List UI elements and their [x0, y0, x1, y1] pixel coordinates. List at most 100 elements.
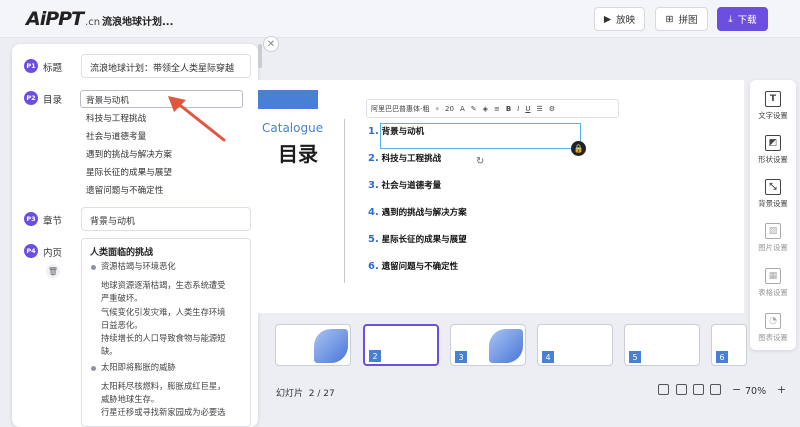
slide-item-5[interactable]: 5. 星际长征的成果与展望 — [368, 233, 467, 245]
tool-label: 形状设置 — [758, 155, 788, 164]
para-line: 日益恶化。 — [101, 320, 143, 330]
title-field[interactable]: 流浪地球计划：带领全人类星际穿越 — [81, 54, 251, 78]
image-icon: ▨ — [765, 223, 781, 239]
slide-item-2[interactable]: 2. 科技与工程挑战 — [368, 152, 441, 164]
slide-item-text: 科技与工程挑战 — [381, 154, 442, 164]
text-settings-tool[interactable]: T 文字设置 — [750, 91, 796, 121]
normal-view-icon[interactable] — [658, 384, 669, 395]
thumbnail-number: 2 — [369, 350, 381, 362]
slide-item-1[interactable]: 1. 背景与动机 — [368, 125, 424, 137]
slide-thumbnail-selected[interactable]: 2 — [363, 324, 439, 366]
catalogue-cn[interactable]: 目录 — [278, 138, 318, 167]
shape-settings-tool[interactable]: ◩ 形状设置 — [750, 135, 796, 165]
settings-icon[interactable]: ⚙ — [549, 105, 555, 113]
page-content-field[interactable]: 人类面临的挑战 资源枯竭与环境恶化 地球资源逐渐枯竭，生态系统遭受 严重破坏。 … — [81, 238, 251, 427]
delete-icon[interactable]: 🗑 — [46, 264, 60, 278]
font-size-select[interactable]: 20 — [445, 105, 454, 113]
format-toolbar: 阿里巴巴普惠体-粗 ▾ 20 A ✎ ◈ ≡ B I U ☰ ⚙ — [366, 99, 619, 118]
align-icon[interactable]: ≡ — [494, 105, 500, 113]
para-line: 威胁地球生存。 — [101, 394, 160, 404]
slide-thumbnail[interactable]: 3 — [450, 324, 526, 366]
slide-item-3[interactable]: 3. 社会与道德考量 — [368, 179, 441, 191]
download-label: 下载 — [737, 15, 757, 26]
toc-item[interactable]: 星际长征的成果与展望 — [86, 166, 172, 178]
font-family-select[interactable]: 阿里巴巴普惠体-粗 — [371, 104, 430, 114]
slide-item-num: 3. — [368, 180, 379, 191]
para-line: 气候变化引发灾难，人类生存环境 — [101, 307, 226, 317]
italic-icon[interactable]: I — [517, 105, 519, 113]
play-button[interactable]: ▶ 放映 — [594, 7, 645, 31]
slide-item-num: 5. — [368, 234, 379, 245]
toc-item[interactable]: 遗留问题与不确定性 — [86, 184, 163, 196]
aippt-logo[interactable]: AiPPT .cn — [26, 8, 100, 30]
toc-item[interactable]: 社会与道德考量 — [86, 130, 146, 142]
fullscreen-icon[interactable] — [710, 384, 721, 395]
slide-thumbnail[interactable]: 5 — [624, 324, 700, 366]
lock-icon[interactable]: 🔒 — [571, 141, 586, 156]
grid-view-icon[interactable] — [676, 384, 687, 395]
bullet-dot — [91, 265, 96, 270]
tool-label: 表格设置 — [758, 288, 788, 297]
outline-panel: P1 标题 流浪地球计划：带领全人类星际穿越 P2 目录 背景与动机 科技与工程… — [12, 44, 258, 427]
thumbnail-number: 3 — [455, 351, 467, 363]
thumbnail-number: 6 — [716, 351, 728, 363]
image-settings-tool[interactable]: ▨ 图片设置 — [750, 223, 796, 253]
tool-label: 文字设置 — [758, 111, 788, 120]
chart-settings-tool[interactable]: ◔ 图表设置 — [750, 313, 796, 343]
slide-thumbnail[interactable]: 4 — [537, 324, 613, 366]
slide-item-num: 4. — [368, 207, 379, 218]
jigsaw-icon: ⊞ — [665, 13, 674, 25]
tool-label: 图片设置 — [758, 243, 788, 252]
slide-item-text: 背景与动机 — [381, 127, 425, 137]
toc-item[interactable]: 科技与工程挑战 — [86, 112, 146, 124]
zoom-out-button[interactable]: − — [732, 383, 741, 396]
close-panel-icon[interactable]: ✕ — [263, 36, 279, 52]
slide-item-4[interactable]: 4. 遇到的挑战与解决方案 — [368, 206, 467, 218]
zoom-level[interactable]: 70% — [745, 386, 766, 397]
slide-label: 幻灯片 — [276, 389, 304, 399]
jigsaw-button[interactable]: ⊞ 拼图 — [655, 7, 708, 31]
chevron-down-icon[interactable]: ▾ — [436, 105, 440, 113]
text-color-icon[interactable]: A — [460, 105, 465, 113]
title-value: 流浪地球计划：带领全人类星际穿越 — [90, 64, 235, 74]
thumbnail-number: 4 — [542, 351, 554, 363]
text-icon: T — [765, 91, 781, 107]
play-icon: ▶ — [603, 13, 612, 25]
highlight-icon[interactable]: ✎ — [471, 105, 477, 113]
list-icon[interactable]: ☰ — [536, 105, 542, 113]
table-settings-tool[interactable]: ▦ 表格设置 — [750, 268, 796, 298]
slide-item-text: 星际长征的成果与展望 — [381, 235, 467, 245]
download-button[interactable]: ⤓ 下载 — [717, 7, 768, 31]
thumbnail-graphic — [314, 329, 348, 363]
bullet-title: 资源枯竭与环境恶化 — [101, 261, 176, 271]
chapter-field[interactable]: 背景与动机 — [81, 207, 251, 231]
slide-decoration-bar — [258, 90, 318, 109]
background-settings-tool[interactable]: ⤡ 背景设置 — [750, 179, 796, 209]
slide-count-value: 2 / 27 — [308, 389, 335, 399]
slide-thumbnail[interactable] — [275, 324, 351, 366]
fill-icon[interactable]: ◈ — [483, 105, 488, 113]
bold-icon[interactable]: B — [506, 105, 511, 113]
slide-thumbnail[interactable]: 6 — [711, 324, 747, 366]
slide-item-6[interactable]: 6. 遗留问题与不确定性 — [368, 260, 458, 272]
tool-label: 图表设置 — [758, 333, 788, 342]
para-line: 地球资源逐渐枯竭，生态系统遭受 — [101, 280, 226, 290]
toc-item[interactable]: 背景与动机 — [86, 94, 129, 106]
zoom-in-button[interactable]: + — [777, 383, 786, 396]
document-title[interactable]: 流浪地球计划... — [102, 13, 173, 28]
catalogue-en[interactable]: Catalogue — [262, 121, 323, 135]
toc-item[interactable]: 遇到的挑战与解决方案 — [86, 148, 172, 160]
fit-view-icon[interactable] — [693, 384, 704, 395]
rotate-icon[interactable]: ↻ — [476, 156, 484, 167]
para-line: 太阳耗尽核燃料，膨胀成红巨星， — [101, 381, 226, 391]
underline-icon[interactable]: U — [525, 105, 530, 113]
p2-badge: P2 — [24, 91, 38, 105]
slide-item-num: 1. — [368, 126, 379, 137]
annotation-arrow — [168, 96, 226, 142]
toc-label: 目录 — [43, 95, 63, 106]
slide-item-text: 遇到的挑战与解决方案 — [381, 208, 467, 218]
panel-scrollbar[interactable] — [258, 44, 262, 68]
slide-divider — [344, 119, 345, 283]
para-line: 缺。 — [101, 346, 118, 356]
shape-icon: ◩ — [765, 135, 781, 151]
